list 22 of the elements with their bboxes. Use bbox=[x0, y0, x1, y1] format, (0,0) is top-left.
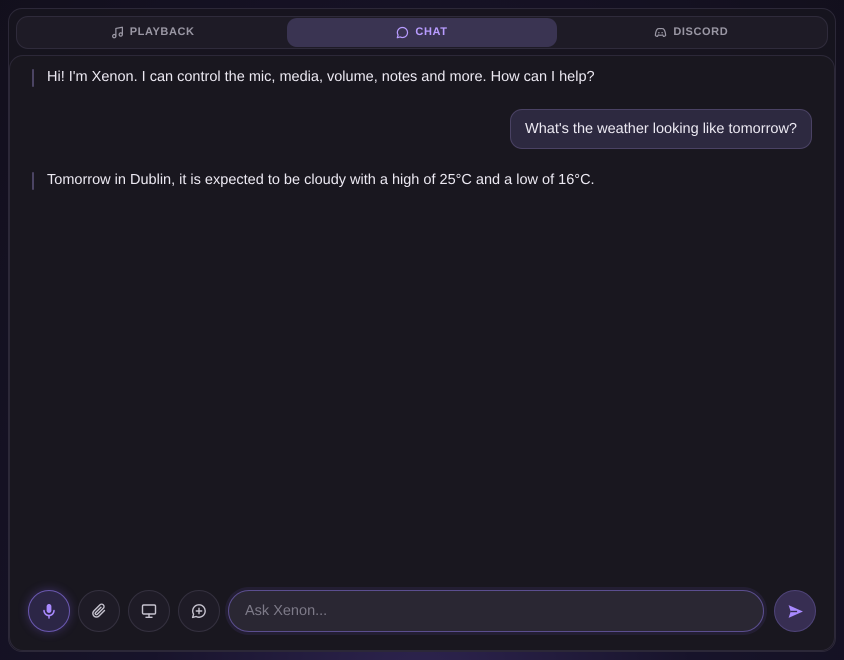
chat-bubble-icon bbox=[396, 26, 410, 39]
screen-button[interactable] bbox=[128, 590, 170, 632]
monitor-icon bbox=[141, 603, 157, 619]
tab[interactable]: PLAYBACK bbox=[18, 18, 288, 47]
paperclip-icon bbox=[91, 603, 107, 619]
message-accent-bar bbox=[32, 69, 34, 87]
microphone-button[interactable] bbox=[28, 590, 70, 632]
attach-button[interactable] bbox=[78, 590, 120, 632]
microphone-icon bbox=[41, 603, 57, 619]
send-button[interactable] bbox=[774, 590, 816, 632]
assistant-message: Hi! I'm Xenon. I can control the mic, media, volume, notes and more. How can I help? bbox=[47, 68, 595, 87]
music-note-icon bbox=[110, 26, 124, 39]
user-message-bubble: What's the weather looking like tomorrow? bbox=[510, 109, 812, 149]
tab[interactable]: DISCORD bbox=[556, 18, 826, 47]
new-chat-button[interactable] bbox=[178, 590, 220, 632]
message-input[interactable]: Ask Xenon... bbox=[228, 590, 764, 632]
message-accent-bar bbox=[32, 172, 34, 190]
assistant-message: Tomorrow in Dublin, it is expected to be cloudy with a high of 25°C and a low of 16°C. bbox=[47, 171, 595, 190]
gamepad-icon bbox=[654, 26, 668, 39]
send-icon bbox=[786, 602, 804, 620]
tab[interactable]: CHAT bbox=[287, 18, 557, 47]
chat-plus-icon bbox=[191, 603, 207, 619]
